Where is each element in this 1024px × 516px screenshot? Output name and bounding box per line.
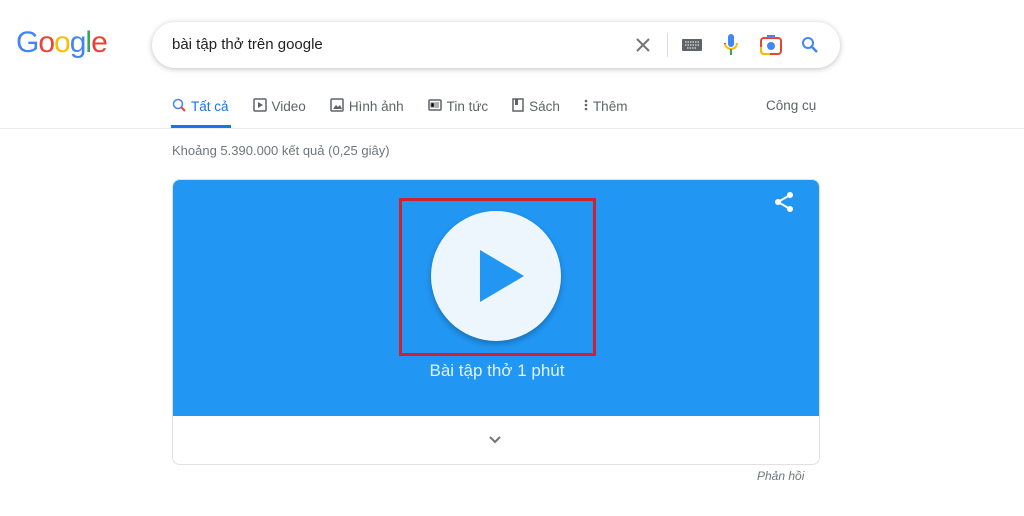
exercise-panel: Bài tập thở 1 phút <box>173 180 819 416</box>
search-input[interactable]: bài tập thở trên google <box>172 36 323 53</box>
video-icon <box>252 97 267 115</box>
divider <box>0 128 1024 129</box>
tab-all[interactable]: Tất cả <box>172 96 229 116</box>
result-stats: Khoảng 5.390.000 kết quả (0,25 giây) <box>172 143 390 158</box>
tab-books[interactable]: Sách <box>512 96 560 116</box>
search-box[interactable]: bài tập thở trên google <box>152 22 840 68</box>
tab-label: Tin tức <box>446 98 489 114</box>
breathing-exercise-card: Bài tập thở 1 phút <box>172 179 820 465</box>
google-logo[interactable]: Google <box>16 26 108 60</box>
tab-label: Thêm <box>592 98 628 114</box>
news-icon <box>427 98 442 115</box>
exercise-title: Bài tập thở 1 phút <box>429 361 565 380</box>
tab-video[interactable]: Video <box>252 96 306 116</box>
search-tabs: Tất cả Video Hình ảnh Tin tức Sách Thêm <box>172 96 651 116</box>
chevron-down-icon[interactable] <box>487 432 503 453</box>
highlight-box <box>399 198 596 356</box>
share-icon[interactable] <box>773 191 795 218</box>
more-icon <box>584 98 588 115</box>
camera-lens-icon[interactable] <box>756 22 786 68</box>
feedback-link[interactable]: Phản hồi <box>757 469 804 483</box>
tab-label: Video <box>271 98 306 114</box>
tab-label: Sách <box>529 98 560 114</box>
microphone-icon[interactable] <box>716 22 746 68</box>
tab-news[interactable]: Tin tức <box>427 96 489 116</box>
tab-label: Tất cả <box>191 98 229 114</box>
book-icon <box>512 97 524 115</box>
clear-icon[interactable] <box>628 22 658 68</box>
search-icon <box>172 98 186 115</box>
image-icon <box>330 97 344 115</box>
divider <box>667 33 668 57</box>
tab-images[interactable]: Hình ảnh <box>330 96 404 116</box>
search-icon[interactable] <box>795 22 825 68</box>
tab-more[interactable]: Thêm <box>584 96 628 116</box>
tab-label: Hình ảnh <box>348 98 404 114</box>
keyboard-icon[interactable] <box>677 22 707 68</box>
tools-button[interactable]: Công cụ <box>766 98 816 113</box>
